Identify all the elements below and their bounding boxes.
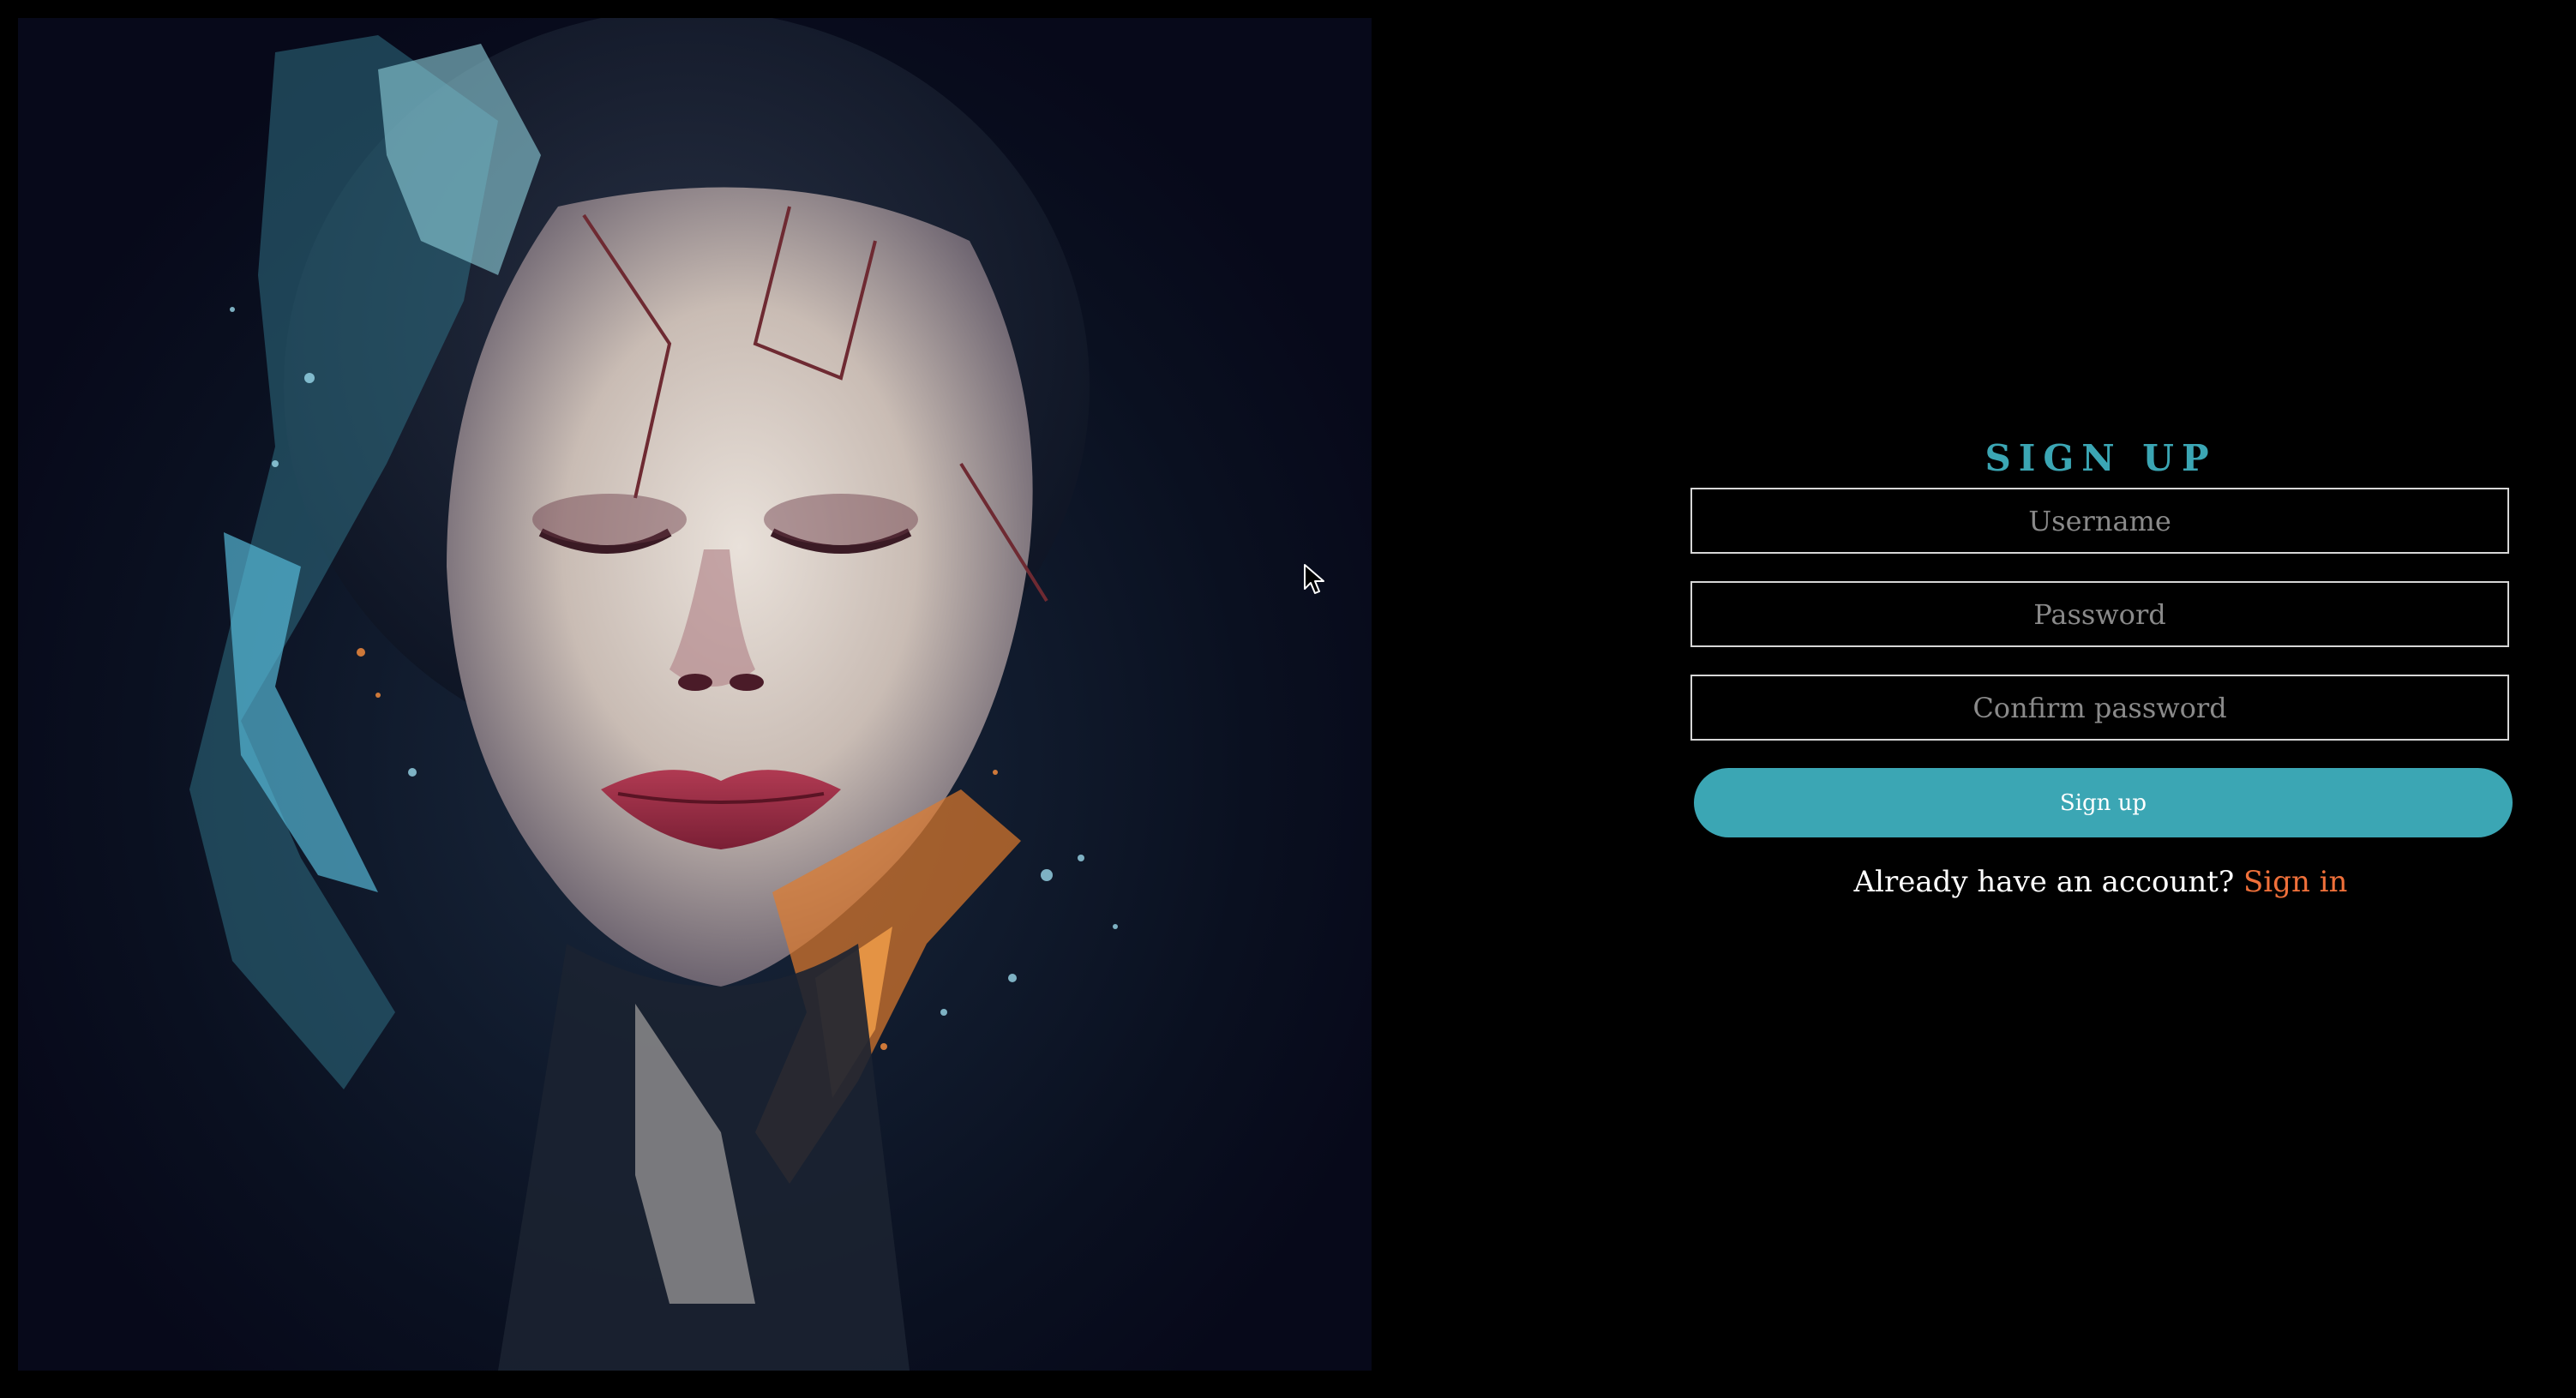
app-window: SIGN UP Sign up Already have an account?… bbox=[0, 0, 2576, 1398]
confirm-password-input[interactable] bbox=[1690, 675, 2509, 741]
signin-prompt: Already have an account? Sign in bbox=[1689, 865, 2513, 899]
password-input[interactable] bbox=[1690, 581, 2509, 647]
signin-prompt-text: Already have an account? bbox=[1853, 865, 2235, 899]
sign-up-button[interactable]: Sign up bbox=[1694, 768, 2513, 837]
mouse-pointer-icon bbox=[1303, 563, 1325, 596]
sign-in-link[interactable]: Sign in bbox=[2243, 865, 2347, 899]
username-input[interactable] bbox=[1690, 488, 2509, 554]
portrait-illustration bbox=[189, 18, 1118, 1371]
signup-form: SIGN UP Sign up Already have an account?… bbox=[1689, 437, 2513, 899]
page-title: SIGN UP bbox=[1985, 437, 2217, 479]
hero-artwork bbox=[18, 18, 1372, 1371]
